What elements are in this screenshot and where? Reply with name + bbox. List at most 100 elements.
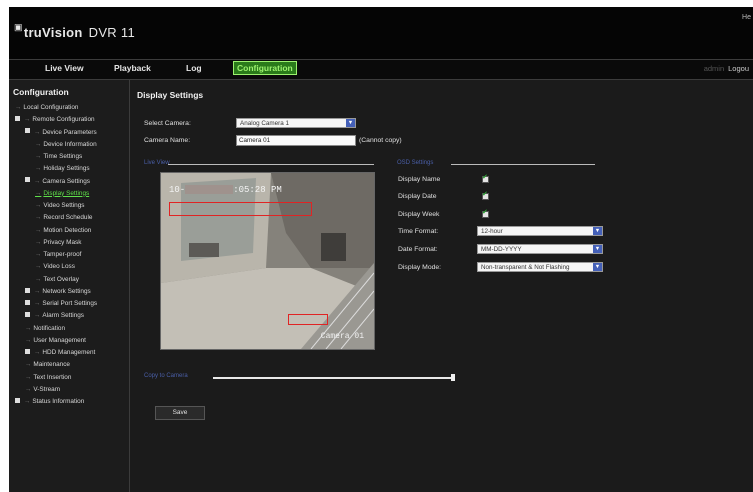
brand-logo: ▣truVision DVR 11 (14, 22, 135, 40)
osd-time-suffix: :05:28 PM (233, 185, 282, 195)
save-button[interactable]: Save (155, 406, 205, 420)
tree-connector-icon: → (25, 385, 32, 393)
sidebar-item-label: Network Settings (42, 287, 91, 295)
sidebar-item-label: Camera Settings (42, 177, 90, 185)
scene-doorway (321, 233, 346, 261)
expand-icon[interactable] (25, 128, 30, 134)
sidebar-item-network-settings[interactable]: → Network Settings (25, 286, 91, 298)
sidebar-item-user-management[interactable]: → User Management (25, 335, 86, 347)
current-user: admin (703, 64, 725, 73)
osd-time-prefix: 10- (169, 185, 186, 195)
tree-connector-icon: → (25, 373, 32, 381)
sidebar-item-video-settings[interactable]: → Video Settings (35, 200, 85, 212)
sidebar-item-privacy-mask[interactable]: → Privacy Mask (35, 237, 81, 249)
sidebar-item-serial-port-settings[interactable]: → Serial Port Settings (25, 298, 97, 310)
display-name-checkbox[interactable] (482, 173, 489, 183)
expand-icon[interactable] (15, 397, 20, 403)
sidebar-item-text-overlay[interactable]: → Text Overlay (35, 274, 79, 286)
display-date-label: Display Date (398, 193, 437, 200)
sidebar-item-device-information[interactable]: → Device Information (35, 139, 97, 151)
tree-connector-icon: → (34, 287, 41, 295)
tree-connector-icon: → (34, 312, 41, 320)
main-panel: Display Settings Select Camera: Analog C… (130, 80, 753, 492)
help-link[interactable]: He (742, 14, 751, 21)
sidebar-item-label: Video Settings (43, 202, 85, 209)
tree-connector-icon: → (35, 275, 42, 283)
osd-date-region-box[interactable] (169, 202, 312, 216)
cannot-copy-note: (Cannot copy) (359, 137, 402, 144)
sidebar-item-label: Display Settings (43, 189, 90, 197)
sidebar-item-label: Text Insertion (33, 373, 72, 381)
sidebar-item-camera-settings[interactable]: → Camera Settings (25, 176, 90, 188)
nav-playback[interactable]: Playback (114, 63, 151, 73)
display-week-checkbox[interactable] (482, 208, 489, 218)
osd-name-region-box[interactable] (288, 314, 328, 325)
display-date-checkbox[interactable] (482, 190, 489, 200)
tree-connector-icon: → (35, 251, 42, 258)
display-mode-value: Non-transparent & Not Flashing (481, 264, 570, 271)
display-name-label: Display Name (398, 176, 441, 183)
logout-link[interactable]: Logou (728, 64, 749, 73)
live-view-section-label: Live View (144, 160, 170, 166)
tree-connector-icon: → (35, 226, 42, 234)
osd-time-overlay: 10- :05:28 PM (169, 185, 282, 195)
sidebar: Configuration → Local Configuration → Remot… (9, 80, 130, 492)
sidebar-item-label: Device Information (43, 140, 97, 148)
sidebar-item-label: Serial Port Settings (42, 300, 98, 307)
tree-connector-icon: → (35, 165, 42, 173)
sidebar-item-status-information[interactable]: → Status Information (15, 396, 84, 408)
date-format-dropdown[interactable]: MM-DD-YYYY ▼ (477, 244, 603, 254)
sidebar-item-remote-configuration[interactable]: → Remote Configuration (15, 114, 95, 126)
select-camera-label: Select Camera: (144, 120, 191, 127)
sidebar-item-device-parameters[interactable]: → Device Parameters (25, 127, 97, 139)
sidebar-item-label: Maintenance (33, 361, 70, 369)
sidebar-item-notification[interactable]: → Notification (25, 323, 65, 335)
time-format-dropdown[interactable]: 12-hour ▼ (477, 226, 603, 236)
tree-connector-icon: → (35, 214, 42, 222)
sidebar-item-video-loss[interactable]: → Video Loss (35, 261, 75, 273)
sidebar-item-tamper-proof[interactable]: → Tamper-proof (35, 249, 81, 261)
sidebar-item-label: Privacy Mask (43, 238, 82, 246)
select-camera-value: Analog Camera 1 (240, 120, 290, 127)
sidebar-item-alarm-settings[interactable]: → Alarm Settings (25, 310, 84, 322)
expand-icon[interactable] (25, 299, 30, 305)
display-mode-dropdown[interactable]: Non-transparent & Not Flashing ▼ (477, 262, 603, 272)
sidebar-item-label: Tamper-proof (43, 251, 82, 258)
sidebar-item-text-insertion[interactable]: → Text Insertion (25, 372, 71, 384)
sidebar-item-label: Record Schedule (43, 214, 93, 222)
osd-section-label: OSD Settings (397, 160, 434, 166)
sidebar-item-v-stream[interactable]: → V-Stream (25, 384, 60, 396)
nav-log[interactable]: Log (186, 63, 202, 73)
copy-divider-end (451, 374, 455, 381)
expand-icon[interactable] (25, 177, 30, 183)
sidebar-item-hdd-management[interactable]: → HDD Management (25, 347, 95, 359)
sidebar-item-maintenance[interactable]: → Maintenance (25, 359, 70, 371)
sidebar-item-label: Text Overlay (43, 275, 79, 283)
nav-configuration[interactable]: Configuration (233, 61, 297, 75)
expand-icon[interactable] (25, 312, 30, 318)
sidebar-item-time-settings[interactable]: → Time Settings (35, 151, 82, 163)
sidebar-item-motion-detection[interactable]: → Motion Detection (35, 225, 91, 237)
sidebar-item-record-schedule[interactable]: → Record Schedule (35, 212, 92, 224)
osd-date-obscured (185, 185, 234, 195)
camera-name-input[interactable]: Camera 01 (236, 135, 356, 146)
sidebar-item-label: Motion Detection (43, 226, 92, 234)
sidebar-item-local-configuration[interactable]: → Local Configuration (15, 102, 78, 114)
tree-connector-icon: → (34, 349, 41, 356)
date-format-label: Date Format: (398, 246, 438, 253)
expand-icon[interactable] (15, 116, 20, 122)
sidebar-item-holiday-settings[interactable]: → Holiday Settings (35, 163, 90, 175)
brand-word: Vision (42, 25, 83, 40)
sidebar-item-label: User Management (33, 336, 86, 344)
tree-connector-icon: → (35, 140, 42, 148)
sidebar-item-label: HDD Management (42, 349, 96, 356)
tree-connector-icon: → (24, 116, 31, 124)
select-camera-dropdown[interactable]: Analog Camera 1 ▼ (236, 118, 356, 128)
camera-preview: 10-:05:28 PM Camera 01 (160, 172, 375, 350)
nav-live-view[interactable]: Live View (45, 63, 84, 73)
sidebar-title: Configuration (13, 87, 69, 97)
sidebar-item-display-settings[interactable]: → Display Settings (35, 188, 89, 200)
expand-icon[interactable] (25, 348, 30, 354)
sidebar-item-label: V-Stream (33, 385, 61, 393)
expand-icon[interactable] (25, 287, 30, 293)
